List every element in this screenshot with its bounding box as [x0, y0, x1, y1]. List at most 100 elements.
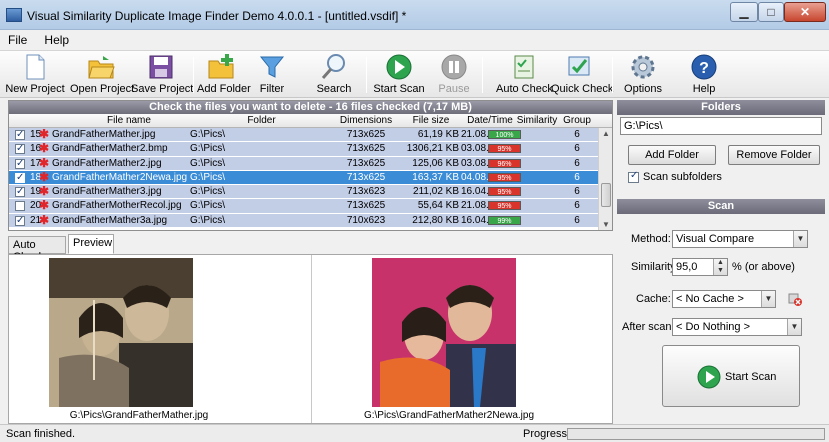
clear-cache-icon[interactable]	[788, 292, 802, 306]
save-project-button[interactable]: Save Project	[131, 53, 193, 97]
open-project-button[interactable]: Open Project	[70, 53, 134, 97]
row-folder: G:\Pics\	[190, 214, 226, 226]
row-folder: G:\Pics\	[190, 157, 226, 169]
row-file-name: GrandFatherMather3.jpg	[52, 186, 162, 198]
gear-icon	[629, 53, 657, 81]
remove-folder-button[interactable]: Remove Folder	[728, 145, 820, 165]
row-folder: G:\Pics\	[190, 129, 226, 140]
row-checkbox[interactable]	[15, 142, 25, 155]
row-dimensions: 713x625	[346, 143, 386, 155]
add-folder-button-panel[interactable]: Add Folder	[628, 145, 716, 165]
table-row[interactable]: 20 ✱ GrandFatherMotherRecol.jpg G:\Pics\ 713…	[9, 199, 612, 214]
chevron-down-icon[interactable]: ▼	[761, 291, 775, 307]
similarity-badge: 95%	[488, 201, 521, 211]
cache-select[interactable]: < No Cache > ▼	[672, 290, 776, 308]
similarity-suffix: % (or above)	[732, 261, 795, 273]
tab-preview[interactable]: Preview	[68, 234, 114, 254]
menu-help[interactable]: Help	[36, 30, 75, 47]
col-group[interactable]: Group	[559, 115, 595, 126]
scroll-down-icon[interactable]: ▼	[602, 220, 610, 229]
grid-scrollbar[interactable]: ▲ ▼	[598, 128, 612, 230]
start-scan-button[interactable]: Start Scan	[662, 345, 800, 407]
scroll-up-icon[interactable]: ▲	[602, 129, 610, 138]
row-file-name: GrandFatherMather2.bmp	[52, 143, 168, 155]
col-similarity[interactable]: Similarity	[515, 115, 559, 126]
table-row[interactable]: 19✱GrandFatherMather3.jpgG:\Pics\713x623…	[9, 185, 612, 200]
col-file-name[interactable]: File name	[74, 115, 184, 126]
col-dimensions[interactable]: Dimensions	[335, 115, 397, 126]
close-button[interactable]: ✕	[784, 2, 826, 22]
row-checkbox[interactable]	[15, 128, 25, 141]
add-folder-button[interactable]: Add Folder	[197, 53, 251, 97]
after-scan-label: After scan:	[622, 321, 675, 333]
scan-body: Method: Visual Compare ▼ Similarity: 95,…	[617, 214, 825, 422]
delete-mark-icon: ✱	[39, 155, 50, 170]
row-group: 6	[574, 143, 580, 155]
row-folder: G:\Pics\	[190, 200, 226, 212]
filter-button[interactable]: Filter	[252, 53, 292, 97]
similarity-stepper[interactable]: 95,0 ▲ ▼	[672, 258, 728, 276]
table-row[interactable]: 15✱GrandFatherMather.jpgG:\Pics\713x6256…	[9, 128, 612, 143]
row-file-size: 211,02 KB	[413, 186, 459, 198]
preview-left-caption: G:\Pics\GrandFatherMather.jpg	[69, 410, 209, 421]
tab-auto-check[interactable]: Auto Check	[8, 236, 66, 263]
row-checkbox[interactable]	[15, 157, 25, 170]
auto-check-button[interactable]: Auto Check	[496, 53, 553, 97]
after-scan-select[interactable]: < Do Nothing > ▼	[672, 318, 802, 336]
new-project-button[interactable]: New Project	[2, 53, 68, 97]
scroll-thumb[interactable]	[601, 183, 611, 207]
col-date-time[interactable]: Date/Time	[464, 115, 516, 126]
row-checkbox[interactable]	[15, 214, 25, 227]
minimize-button[interactable]: ▁	[730, 2, 758, 22]
row-checkbox[interactable]	[15, 171, 25, 184]
grid-header: File name Folder Dimensions File size Da…	[9, 114, 612, 128]
row-folder: G:\Pics\	[190, 186, 226, 198]
row-file-size: 212,80 KB	[412, 214, 459, 226]
chevron-down-icon[interactable]: ▼	[787, 319, 801, 335]
table-row[interactable]: 18✱GrandFatherMather2Newa.jpgG:\Pics\713…	[9, 169, 612, 186]
open-folder-icon	[87, 53, 115, 81]
quick-check-button[interactable]: Quick Check	[551, 53, 613, 97]
table-row[interactable]: 16✱GrandFatherMather2.bmpG:\Pics\713x625…	[9, 142, 612, 157]
row-dimensions: 710x623	[346, 214, 386, 226]
table-row[interactable]: 17✱GrandFatherMather2.jpgG:\Pics\713x625…	[9, 155, 612, 171]
folders-header: Folders	[617, 100, 825, 115]
delete-mark-icon: ✱	[39, 169, 50, 184]
title-bar: Visual Similarity Duplicate Image Finder…	[0, 0, 829, 30]
preview-image-right[interactable]	[372, 258, 516, 407]
preview-divider	[311, 255, 312, 423]
row-checkbox[interactable]	[15, 201, 25, 212]
toolbar-separator	[366, 57, 367, 93]
col-folder[interactable]: Folder	[189, 115, 334, 126]
folders-box: G:\Pics\ Add Folder Remove Folder Scan s…	[617, 115, 825, 199]
help-icon: ?	[690, 53, 718, 81]
method-select[interactable]: Visual Compare ▼	[672, 230, 808, 248]
table-row[interactable]: 21✱GrandFatherMather3a.jpgG:\Pics\710x62…	[9, 213, 612, 229]
duplicates-grid[interactable]: Check the files you want to delete - 16 …	[8, 100, 613, 231]
options-button[interactable]: Options	[622, 53, 664, 97]
menu-bar: File Help	[0, 30, 829, 50]
col-file-size[interactable]: File size	[399, 115, 463, 126]
similarity-badge: 100%	[488, 130, 521, 139]
row-dimensions: 713x625	[346, 157, 386, 169]
row-file-name: GrandFatherMather2.jpg	[52, 157, 162, 169]
row-file-size: 163,37 KB	[412, 171, 459, 183]
help-button[interactable]: ? Help	[684, 53, 724, 97]
progress-bar	[567, 428, 825, 440]
folder-path-list[interactable]: G:\Pics\	[620, 117, 822, 135]
row-dimensions: 713x625	[346, 129, 386, 140]
toolbar: New Project Open Project Save Project Ad…	[0, 50, 829, 98]
maximize-button[interactable]: □	[758, 2, 784, 22]
pause-button[interactable]: Pause	[433, 53, 475, 97]
preview-image-left[interactable]	[49, 258, 193, 407]
stepper-arrows-icon[interactable]: ▲ ▼	[713, 259, 727, 275]
window-title: Visual Similarity Duplicate Image Finder…	[27, 9, 407, 23]
scan-subfolders-checkbox[interactable]	[628, 170, 639, 183]
chevron-down-icon[interactable]: ▼	[793, 231, 807, 247]
row-checkbox[interactable]	[15, 185, 25, 198]
start-scan-toolbar-button[interactable]: Start Scan	[371, 53, 427, 97]
status-bar: Scan finished. Progress:	[0, 424, 829, 442]
menu-file[interactable]: File	[0, 30, 33, 47]
row-file-size: 55,64 KB	[417, 200, 459, 212]
search-button[interactable]: Search	[309, 53, 359, 97]
